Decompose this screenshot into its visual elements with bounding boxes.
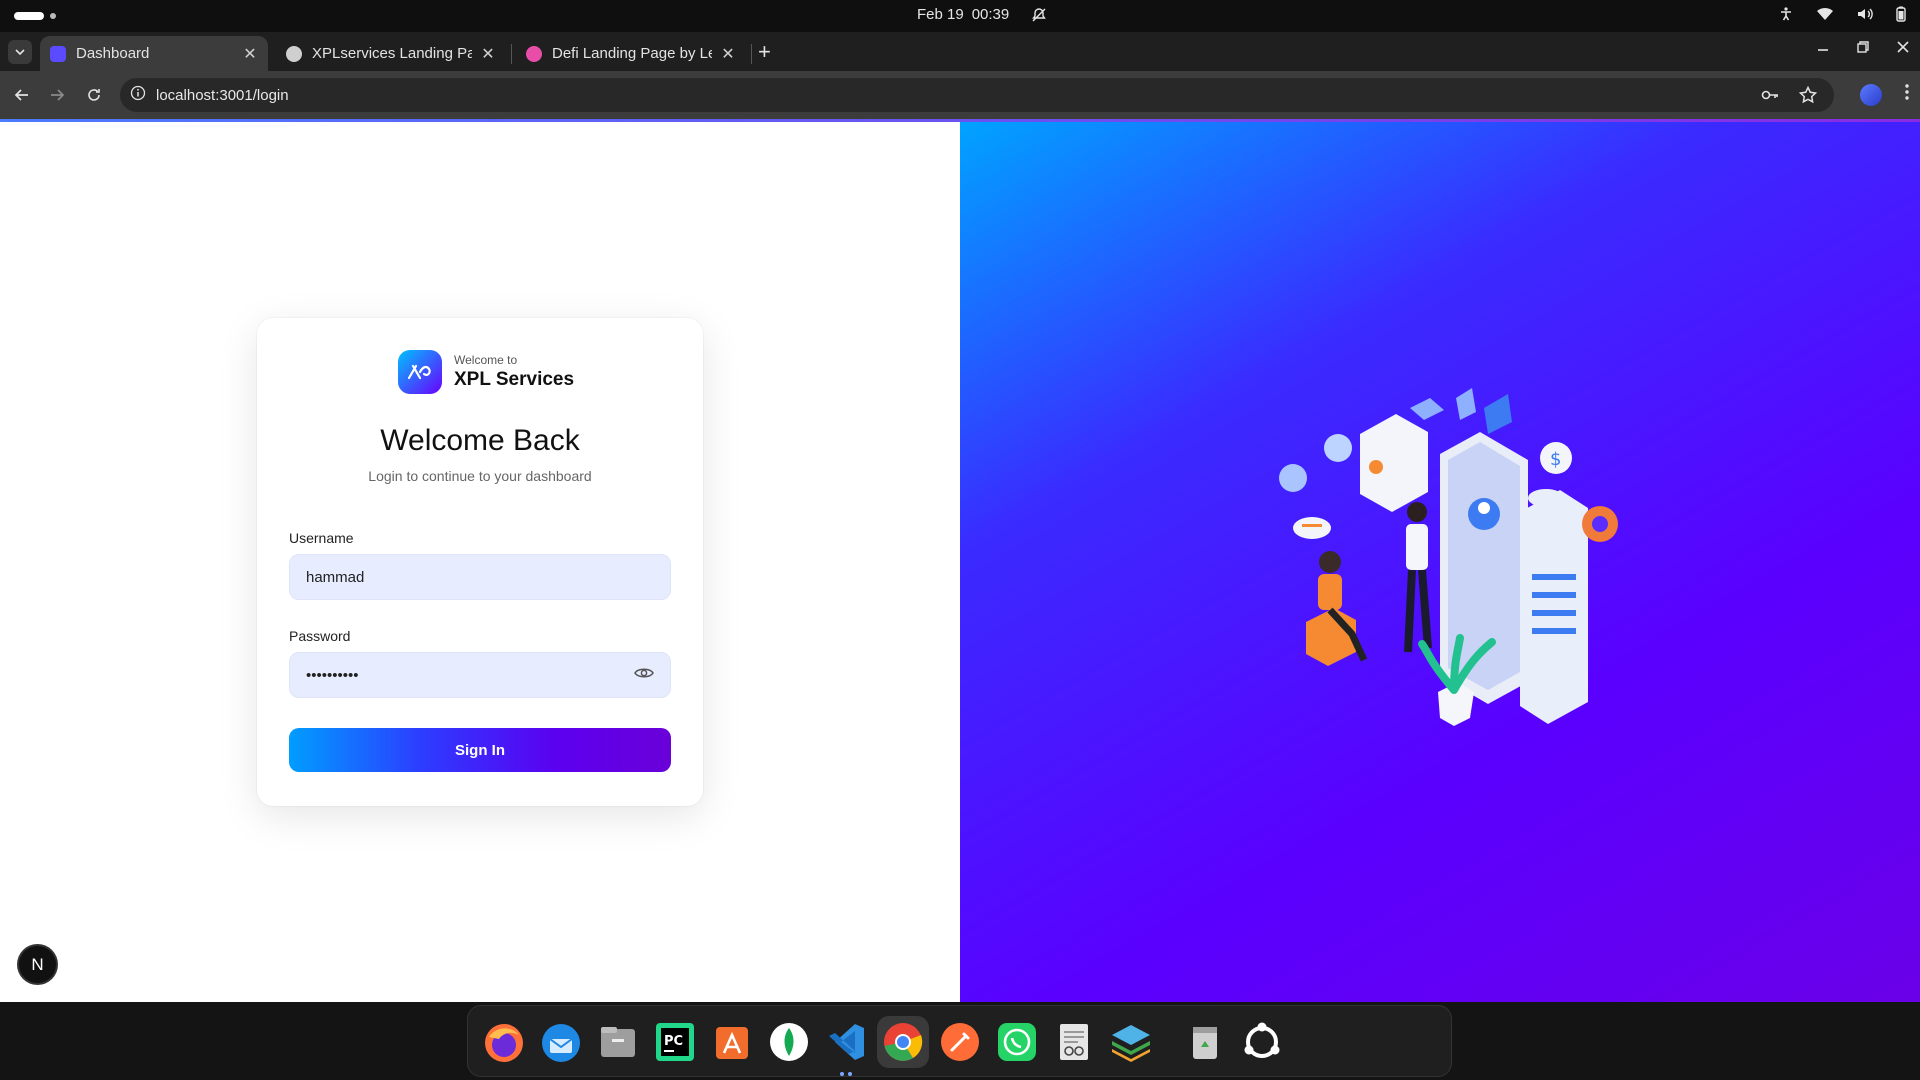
tab-separator <box>751 44 752 64</box>
window-controls <box>1816 40 1910 59</box>
reload-icon <box>88 89 100 101</box>
web-page: Welcome to XPL Services Welcome Back Log… <box>0 122 1920 1002</box>
trash-dock-icon[interactable] <box>1179 1016 1231 1068</box>
svg-text:$: $ <box>1550 449 1561 470</box>
globe-favicon-icon <box>286 45 302 62</box>
text-editor-dock-icon[interactable] <box>1048 1016 1100 1068</box>
firefox-dock-icon[interactable] <box>478 1016 530 1068</box>
system-top-bar: Feb 19 00:39 <box>0 0 1920 32</box>
tab-defi[interactable]: Defi Landing Page by Lev ✕ <box>516 36 746 71</box>
profile-avatar[interactable] <box>1860 83 1882 106</box>
battery-icon[interactable] <box>1896 6 1906 22</box>
close-tab-icon[interactable]: ✕ <box>480 44 496 64</box>
system-tray[interactable] <box>1778 6 1906 22</box>
username-label: Username <box>289 530 354 546</box>
brand-header: Welcome to XPL Services <box>398 350 574 394</box>
thunderbird-dock-icon[interactable] <box>535 1016 587 1068</box>
tab-title: XPLservices Landing Pag <box>312 45 472 62</box>
sign-in-button[interactable]: Sign In <box>289 728 671 772</box>
arrow-left-icon <box>14 89 28 101</box>
hero-panel: $ <box>960 122 1920 1002</box>
toolbar-right <box>1860 83 1910 106</box>
svg-text:PC: PC <box>664 1034 683 1049</box>
arrow-right-icon <box>51 89 65 101</box>
brand-welcome-text: Welcome to <box>454 353 518 367</box>
username-field[interactable]: hammad <box>289 554 671 600</box>
close-tab-icon[interactable]: ✕ <box>720 44 736 64</box>
more-menu-icon[interactable] <box>1904 83 1910 106</box>
tab-title: Defi Landing Page by Lev <box>552 45 712 62</box>
close-window-icon[interactable] <box>1896 40 1910 59</box>
username-value: hammad <box>306 568 365 586</box>
address-bar[interactable]: localhost:3001/login <box>120 78 1834 112</box>
pycharm-dock-icon[interactable]: PC <box>649 1016 701 1068</box>
restore-icon[interactable] <box>1856 40 1870 59</box>
password-label: Password <box>289 628 351 644</box>
clock-date: Feb 19 <box>917 6 964 23</box>
nextjs-dev-indicator[interactable]: N <box>19 946 56 983</box>
page-title: Welcome Back <box>380 424 580 457</box>
layers-dock-icon[interactable] <box>1105 1016 1157 1068</box>
tab-separator <box>511 44 512 64</box>
brand-name: XPL Services <box>454 369 575 390</box>
volume-icon[interactable] <box>1856 6 1874 22</box>
omnibox-actions <box>1760 85 1818 109</box>
login-panel: Welcome to XPL Services Welcome Back Log… <box>0 122 960 1002</box>
show-password-eye-icon[interactable] <box>634 666 654 684</box>
page-subtitle: Login to continue to your dashboard <box>368 468 592 484</box>
mobile-app-illustration: $ <box>1279 388 1618 726</box>
close-tab-icon[interactable]: ✕ <box>242 44 258 64</box>
wifi-icon[interactable] <box>1816 6 1834 22</box>
clock-time: 00:39 <box>971 6 1010 23</box>
browser-toolbar: localhost:3001/login <box>0 71 1920 119</box>
tab-search-button[interactable] <box>8 40 32 64</box>
notifications-muted-icon <box>1031 7 1047 23</box>
clock[interactable]: Feb 19 00:39 <box>917 6 1047 23</box>
reload-button[interactable] <box>82 83 106 107</box>
xpl-logo-icon <box>398 350 442 394</box>
running-indicator <box>840 1072 852 1076</box>
vscode-dock-icon[interactable] <box>820 1016 872 1076</box>
activities-indicator[interactable] <box>14 12 56 20</box>
tab-dashboard[interactable]: Dashboard ✕ <box>40 36 268 71</box>
brand-text: Welcome to XPL Services <box>454 353 574 391</box>
workspace-pill <box>14 12 44 20</box>
dock: PC <box>467 1005 1452 1077</box>
tab-xplservices[interactable]: XPLservices Landing Pag ✕ <box>276 36 506 71</box>
mongodb-compass-dock-icon[interactable] <box>763 1016 815 1068</box>
bookmark-star-icon[interactable] <box>1798 85 1818 109</box>
chrome-dock-icon[interactable] <box>877 1016 929 1068</box>
files-dock-icon[interactable] <box>592 1016 644 1068</box>
chevron-down-icon <box>15 49 25 56</box>
accessibility-icon[interactable] <box>1778 6 1794 22</box>
new-tab-button[interactable]: + <box>758 40 771 64</box>
workspace-dot <box>50 13 56 19</box>
password-key-icon[interactable] <box>1760 85 1780 109</box>
dribbble-favicon-icon <box>526 45 542 62</box>
dashboard-favicon-icon <box>50 45 66 62</box>
postman-dock-icon[interactable] <box>934 1016 986 1068</box>
password-field[interactable]: •••••••••• <box>289 652 671 698</box>
whatsapp-dock-icon[interactable] <box>991 1016 1043 1068</box>
password-value: •••••••••• <box>306 666 359 684</box>
minimize-icon[interactable] <box>1816 40 1830 59</box>
app-center-dock-icon[interactable] <box>706 1016 758 1068</box>
show-apps-dock-icon[interactable] <box>1236 1016 1288 1068</box>
back-button[interactable] <box>10 83 34 107</box>
forward-button[interactable] <box>45 83 69 107</box>
tab-strip: Dashboard ✕ XPLservices Landing Pag ✕ De… <box>0 32 1920 71</box>
login-card: Welcome to XPL Services Welcome Back Log… <box>257 318 703 806</box>
url-text: localhost:3001/login <box>156 86 289 104</box>
tab-title: Dashboard <box>76 45 150 62</box>
site-info-icon[interactable] <box>130 85 146 105</box>
